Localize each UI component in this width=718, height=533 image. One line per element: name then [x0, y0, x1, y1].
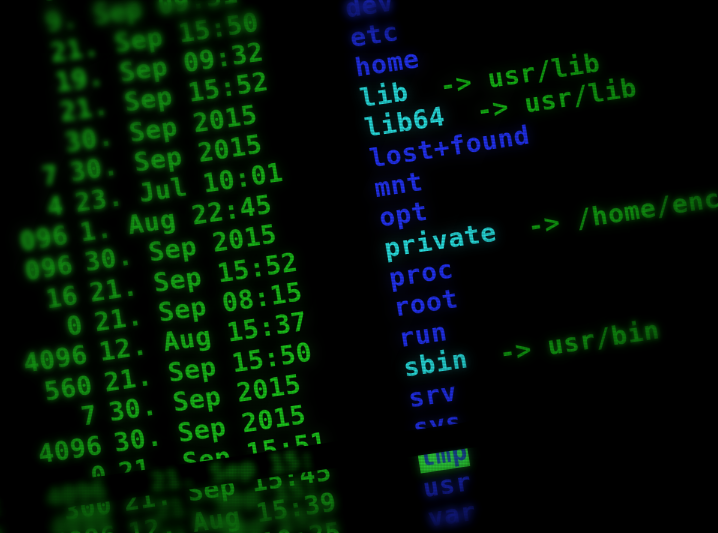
file-size: [0, 101, 46, 138]
file-size: [0, 0, 27, 18]
symlink-arrow-icon: ->: [474, 92, 512, 127]
symlink-target[interactable]: /home/encrypted: [574, 169, 718, 235]
symlink-arrow-icon: ->: [497, 334, 535, 370]
file-size: [0, 11, 32, 48]
symlink-target[interactable]: usr/bin: [545, 316, 662, 363]
file-size: [0, 71, 41, 108]
symlink-arrow-icon: ->: [437, 67, 475, 102]
symlink-arrow-icon: ->: [525, 207, 563, 243]
bg-owner: root: [0, 520, 8, 533]
bg-time: 15:: [276, 501, 326, 533]
file-size: [0, 41, 37, 78]
monitor-photo: Sep 15:53.. Sep 15:53..0. Sep 2015bin ->…: [0, 0, 718, 533]
